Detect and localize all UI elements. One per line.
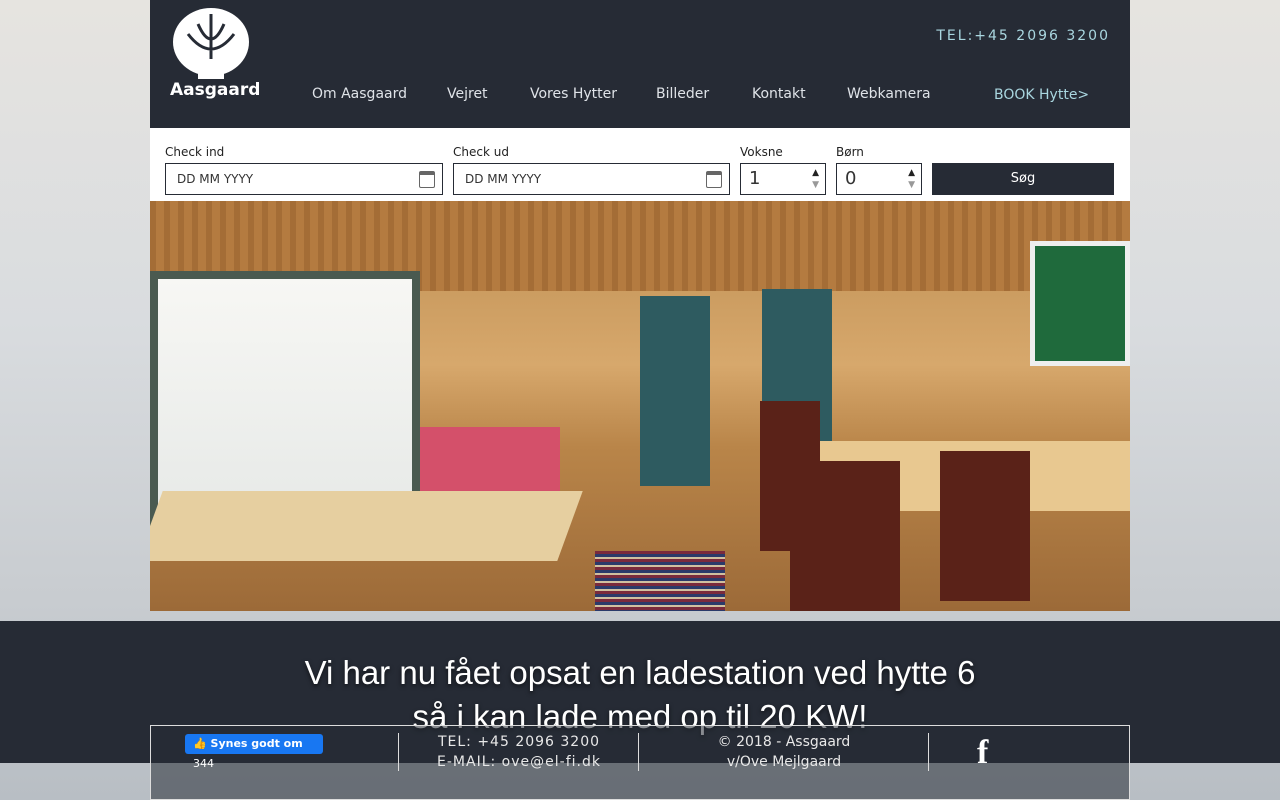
- checkout-input[interactable]: DD MM YYYY: [453, 163, 730, 195]
- divider: [928, 733, 929, 771]
- coffee-table: [150, 491, 583, 561]
- site-footer: 👍 Synes godt om 344 TEL: +45 2096 3200 E…: [150, 725, 1130, 800]
- checkout-label: Check ud: [453, 145, 509, 159]
- increment-icon[interactable]: ▲: [908, 167, 915, 179]
- increment-icon[interactable]: ▲: [812, 167, 819, 179]
- chair: [790, 461, 900, 611]
- rug: [595, 551, 725, 611]
- booking-bar: Check ind DD MM YYYY Check ud DD MM YYYY…: [150, 128, 1130, 201]
- decrement-icon[interactable]: ▼: [812, 179, 819, 191]
- logo-text: Aasgaard: [170, 80, 261, 100]
- adults-stepper[interactable]: 1 ▲ ▼: [740, 163, 826, 195]
- children-label: Børn: [836, 145, 864, 159]
- children-value: 0: [845, 168, 857, 189]
- nav-billeder[interactable]: Billeder: [656, 86, 709, 102]
- children-stepper[interactable]: 0 ▲ ▼: [836, 163, 922, 195]
- like-label: Synes godt om: [210, 737, 303, 750]
- checkin-input[interactable]: DD MM YYYY: [165, 163, 443, 195]
- painting: [1030, 241, 1130, 366]
- nav-vejret[interactable]: Vejret: [447, 86, 488, 102]
- sofa: [420, 427, 560, 497]
- owner: v/Ove Mejlgaard: [726, 754, 842, 770]
- footer-phone: TEL: +45 2096 3200: [437, 734, 601, 750]
- door: [640, 296, 710, 486]
- footer-email[interactable]: E-MAIL: ove@el-fi.dk: [399, 752, 639, 772]
- announcement-line-1: Vi har nu fået opsat en ladestation ved …: [304, 654, 976, 691]
- checkin-label: Check ind: [165, 145, 225, 159]
- chair: [940, 451, 1030, 601]
- like-count: 344: [193, 757, 214, 770]
- checkout-placeholder: DD MM YYYY: [465, 172, 542, 186]
- nav-kontakt[interactable]: Kontakt: [752, 86, 806, 102]
- adults-value: 1: [749, 168, 761, 189]
- facebook-like-button[interactable]: 👍 Synes godt om 344: [185, 734, 323, 770]
- cabin-interior-photo: [150, 201, 1130, 611]
- calendar-icon[interactable]: [419, 171, 435, 188]
- adults-label: Voksne: [740, 145, 783, 159]
- facebook-icon[interactable]: f: [977, 734, 988, 772]
- nav-om-aasgaard[interactable]: Om Aasgaard: [312, 86, 407, 102]
- checkin-placeholder: DD MM YYYY: [177, 172, 254, 186]
- header-phone: TEL:+45 2096 3200: [936, 28, 1110, 44]
- calendar-icon[interactable]: [706, 171, 722, 188]
- search-button[interactable]: Søg: [932, 163, 1114, 195]
- nav-vores-hytter[interactable]: Vores Hytter: [530, 86, 617, 102]
- nav-webkamera[interactable]: Webkamera: [847, 86, 931, 102]
- copyright: © 2018 - Assgaard: [717, 734, 851, 750]
- site-header: Aasgaard TEL:+45 2096 3200 Om Aasgaard V…: [150, 0, 1130, 128]
- decrement-icon[interactable]: ▼: [908, 179, 915, 191]
- book-hytte-link[interactable]: BOOK Hytte>: [994, 87, 1089, 103]
